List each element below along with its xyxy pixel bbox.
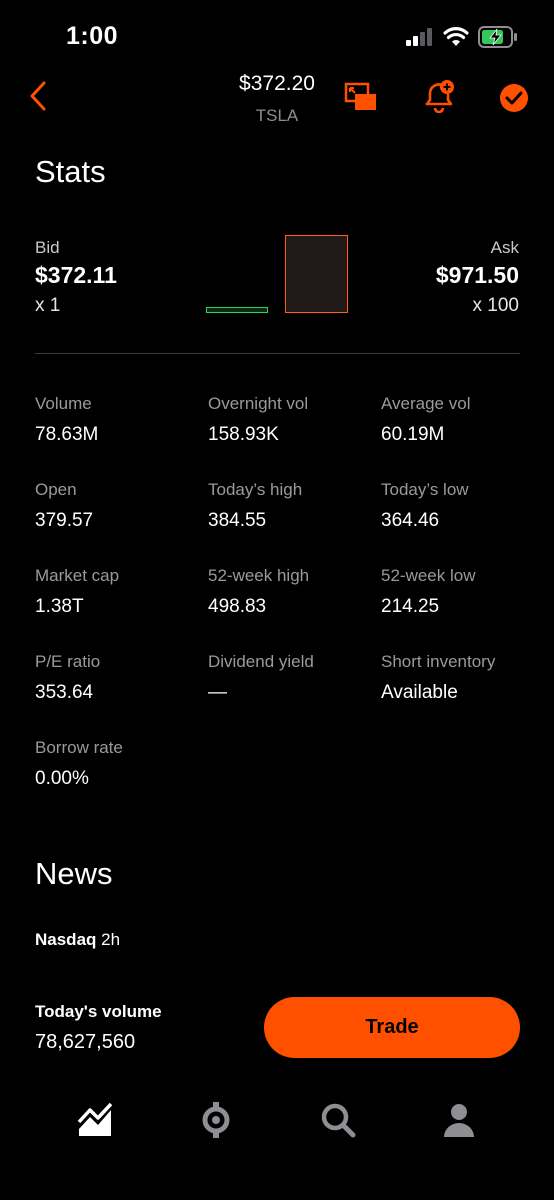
stat-label: Overnight vol	[208, 394, 309, 413]
stat-dividend-yield: Dividend yield —	[208, 652, 378, 704]
stat-value: 364.46	[381, 510, 440, 531]
stat-label: Average vol	[381, 394, 471, 413]
stat-short-inventory[interactable]: Short inventory Available	[381, 652, 551, 704]
news-age: 2h	[101, 930, 121, 949]
stat-value: —	[208, 682, 227, 703]
watchlist-check-icon[interactable]	[499, 83, 529, 113]
stat-volume: Volume 78.63M	[35, 394, 205, 446]
stat-value: 384.55	[208, 510, 267, 531]
bid-price: $372.11	[35, 262, 117, 288]
stat-label: Short inventory	[381, 652, 496, 671]
chart-icon[interactable]	[77, 1102, 113, 1138]
stat-borrow-rate: Borrow rate 0.00%	[35, 738, 205, 790]
trade-button[interactable]: Trade	[264, 997, 520, 1058]
stat-value: 498.83	[208, 596, 267, 617]
ask-size: x 100	[472, 295, 519, 316]
stat-label: Market cap	[35, 566, 120, 585]
news-item[interactable]: Nasdaq 2h	[35, 930, 120, 950]
bid-size-bar	[206, 307, 268, 313]
stat-label: Dividend yield	[208, 652, 314, 671]
stat-value: 1.38T	[35, 596, 84, 617]
stat-52-week-high: 52-week high 498.83	[208, 566, 378, 618]
stat-value: 0.00%	[35, 768, 89, 789]
cellular-signal-icon	[406, 28, 432, 46]
stat-value: 158.93K	[208, 424, 279, 445]
todays-volume-label: Today's volume	[35, 1002, 162, 1021]
stat-label: Open	[35, 480, 77, 499]
stats-divider	[35, 353, 520, 354]
stat-label: 52-week high	[208, 566, 310, 585]
stat-label: Borrow rate	[35, 738, 123, 757]
stat-todays-low: Today’s low 364.46	[381, 480, 551, 532]
stat-average-vol: Average vol 60.19M	[381, 394, 551, 446]
bid-label: Bid	[35, 238, 60, 257]
stat-value: 214.25	[381, 596, 440, 617]
news-title: News	[35, 856, 113, 891]
stat-label: Volume	[35, 394, 92, 413]
stat-value: 353.64	[35, 682, 94, 703]
stat-value: 78.63M	[35, 424, 99, 445]
stat-value: 60.19M	[381, 424, 445, 445]
status-time: 1:00	[66, 22, 119, 50]
stat-value: Available	[381, 682, 458, 703]
add-alert-bell-icon[interactable]	[423, 79, 455, 113]
ask-size-bar	[285, 235, 348, 313]
stat-label: P/E ratio	[35, 652, 101, 671]
battery-charging-icon	[478, 26, 517, 48]
news-source: Nasdaq	[35, 930, 97, 949]
crypto-icon[interactable]	[198, 1102, 234, 1138]
stat-market-cap: Market cap 1.38T	[35, 566, 205, 618]
ask-label: Ask	[490, 238, 519, 257]
stat-label: Today’s high	[208, 480, 303, 499]
header-symbol: TSLA	[255, 106, 299, 125]
stat-label: 52-week low	[381, 566, 476, 585]
bid-size: x 1	[35, 295, 61, 316]
stat-52-week-low: 52-week low 214.25	[381, 566, 551, 618]
search-icon[interactable]	[320, 1102, 356, 1138]
header-price: $372.20	[239, 72, 315, 95]
picture-in-picture-icon[interactable]	[344, 82, 378, 112]
stat-value: 379.57	[35, 510, 94, 531]
stat-pe-ratio: P/E ratio 353.64	[35, 652, 205, 704]
stat-todays-high: Today’s high 384.55	[208, 480, 378, 532]
stat-overnight-vol: Overnight vol 158.93K	[208, 394, 378, 446]
wifi-icon	[443, 27, 469, 46]
stats-title: Stats	[35, 154, 106, 189]
todays-volume-value: 78,627,560	[35, 1031, 136, 1053]
stat-label: Today’s low	[381, 480, 469, 499]
account-icon[interactable]	[441, 1102, 477, 1138]
stat-open: Open 379.57	[35, 480, 205, 532]
ask-price: $971.50	[435, 262, 519, 288]
